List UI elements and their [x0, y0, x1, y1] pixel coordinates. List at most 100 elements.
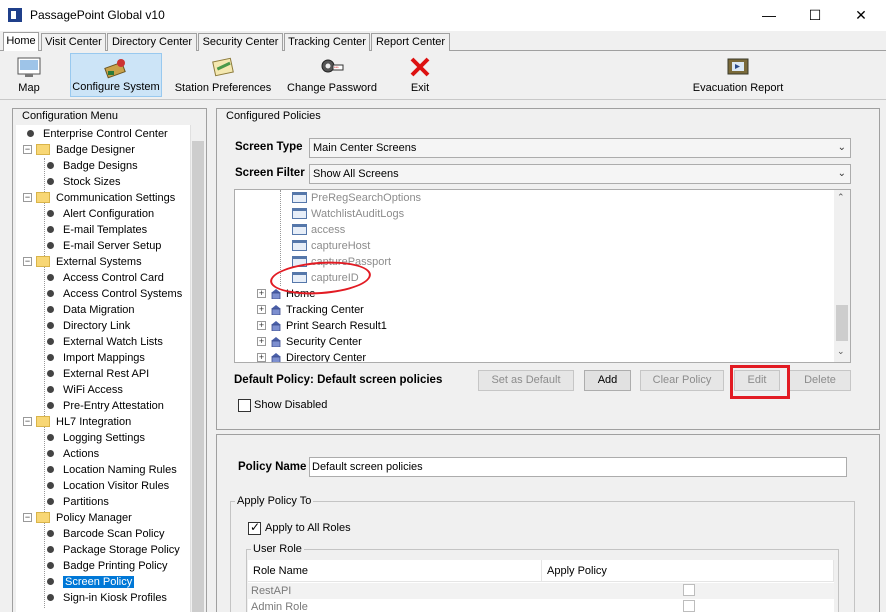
exit-button[interactable]: Exit — [396, 53, 444, 97]
bullet-icon — [47, 177, 54, 185]
collapse-icon[interactable]: − — [23, 512, 32, 522]
screen-node[interactable]: WatchlistAuditLogs — [292, 206, 404, 222]
config-menu-item[interactable]: Sign-in Kiosk Profiles — [47, 590, 167, 606]
config-folder-item[interactable]: − Policy Manager — [23, 510, 132, 526]
tab-security-center[interactable]: Security Center — [198, 33, 283, 51]
delete-button[interactable]: Delete — [789, 370, 851, 391]
config-menu-item[interactable]: Actions — [47, 446, 99, 462]
expand-icon[interactable]: + — [257, 336, 266, 346]
config-menu-item[interactable]: Badge Printing Policy — [47, 558, 168, 574]
expand-icon[interactable]: + — [257, 352, 266, 362]
config-menu-item[interactable]: Access Control Card — [47, 270, 164, 286]
center-node[interactable]: + Directory Center — [257, 350, 366, 362]
center-node[interactable]: + Print Search Result1 — [257, 318, 387, 334]
apply-all-roles-checkbox[interactable] — [248, 520, 261, 535]
config-menu-item[interactable]: Location Naming Rules — [47, 462, 177, 478]
config-folder-item[interactable]: − External Systems — [23, 254, 142, 270]
config-menu-item[interactable]: Badge Designs — [47, 158, 138, 174]
screen-window-icon — [292, 223, 307, 235]
config-menu-item[interactable]: Partitions — [47, 494, 109, 510]
table-row[interactable]: RestAPI — [248, 583, 834, 599]
config-menu-item[interactable]: Access Control Systems — [47, 286, 182, 302]
config-menu-item[interactable]: Location Visitor Rules — [47, 478, 169, 494]
add-button[interactable]: Add — [584, 370, 631, 391]
screen-policy-tree-scrollbar[interactable]: ⌃ ⌄ — [834, 190, 850, 362]
building-icon — [271, 352, 281, 362]
node-label: WatchlistAuditLogs — [311, 208, 405, 220]
config-menu-item[interactable]: WiFi Access — [47, 382, 123, 398]
bullet-icon — [47, 337, 54, 345]
config-menu-item[interactable]: External Rest API — [47, 366, 149, 382]
evacuation-report-button[interactable]: Evacuation Report — [688, 53, 788, 97]
expand-icon[interactable]: + — [257, 304, 266, 314]
configure-system-label: Configure System — [72, 81, 160, 93]
bullet-icon — [47, 481, 54, 489]
screen-type-select[interactable]: Main Center Screens ⌄ — [309, 138, 851, 158]
center-node[interactable]: + Tracking Center — [257, 302, 364, 318]
column-header-role-name[interactable]: Role Name — [248, 560, 542, 582]
center-node[interactable]: + Security Center — [257, 334, 362, 350]
policy-name-input[interactable]: Default screen policies — [309, 457, 847, 477]
screen-filter-select[interactable]: Show All Screens ⌄ — [309, 164, 851, 184]
bullet-icon — [47, 577, 54, 585]
expand-icon[interactable]: + — [257, 320, 266, 330]
role-name-cell: Admin Role — [251, 601, 308, 612]
collapse-icon[interactable]: − — [23, 192, 32, 202]
config-menu-item[interactable]: Data Migration — [47, 302, 135, 318]
tab-visit-center[interactable]: Visit Center — [41, 33, 106, 51]
configure-system-button[interactable]: Configure System — [70, 53, 162, 97]
change-password-button[interactable]: *** Change Password — [284, 53, 380, 97]
config-menu-item[interactable]: Logging Settings — [47, 430, 145, 446]
config-menu-item[interactable]: E-mail Server Setup — [47, 238, 161, 254]
configuration-menu-scroll-thumb[interactable] — [192, 141, 204, 612]
folder-icon — [36, 191, 50, 203]
map-button[interactable]: Map — [3, 53, 55, 97]
tab-report-center[interactable]: Report Center — [371, 33, 450, 51]
config-menu-item[interactable]: Import Mappings — [47, 350, 145, 366]
config-menu-item[interactable]: Directory Link — [47, 318, 130, 334]
config-menu-item[interactable]: Stock Sizes — [47, 174, 120, 190]
close-button[interactable]: ✕ — [838, 0, 884, 31]
folder-icon — [36, 415, 50, 427]
minimize-button[interactable]: — — [746, 0, 792, 31]
station-preferences-button[interactable]: Station Preferences — [172, 53, 274, 97]
collapse-icon[interactable]: − — [23, 416, 32, 426]
maximize-button[interactable]: ☐ — [792, 0, 838, 31]
config-folder-item[interactable]: − Badge Designer — [23, 142, 135, 158]
tab-tracking-center[interactable]: Tracking Center — [284, 33, 370, 51]
config-menu-item[interactable]: External Watch Lists — [47, 334, 163, 350]
apply-policy-checkbox[interactable] — [683, 584, 695, 596]
expand-icon[interactable]: + — [257, 288, 266, 298]
screen-node[interactable]: PreRegSearchOptions — [292, 190, 421, 206]
config-menu-item[interactable]: Alert Configuration — [47, 206, 154, 222]
table-row[interactable]: Admin Role — [248, 599, 834, 612]
column-header-apply-policy[interactable]: Apply Policy — [542, 560, 834, 582]
config-menu-item[interactable]: Screen Policy — [47, 574, 135, 590]
scroll-down-icon[interactable]: ⌄ — [837, 346, 845, 357]
config-menu-item[interactable]: Package Storage Policy — [47, 542, 180, 558]
configuration-menu-tree[interactable]: Enterprise Control Center − Badge Designer… — [16, 125, 190, 612]
scroll-up-icon[interactable]: ⌃ — [837, 192, 845, 203]
collapse-icon[interactable]: − — [23, 144, 32, 154]
clear-policy-button[interactable]: Clear Policy — [640, 370, 724, 391]
tab-home[interactable]: Home — [3, 32, 39, 52]
default-policy-text: Default Policy: Default screen policies — [234, 374, 443, 386]
collapse-icon[interactable]: − — [23, 256, 32, 266]
bullet-icon — [47, 353, 54, 361]
apply-policy-checkbox[interactable] — [683, 600, 695, 612]
show-disabled-checkbox[interactable] — [238, 399, 251, 412]
scroll-thumb[interactable] — [836, 305, 848, 341]
set-as-default-button[interactable]: Set as Default — [478, 370, 574, 391]
screen-node[interactable]: captureHost — [292, 238, 370, 254]
config-folder-item[interactable]: − Communication Settings — [23, 190, 175, 206]
config-folder-item[interactable]: − HL7 Integration — [23, 414, 131, 430]
config-menu-item[interactable]: Barcode Scan Policy — [47, 526, 165, 542]
config-menu-item[interactable]: Enterprise Control Center — [27, 126, 168, 142]
config-menu-item[interactable]: Pre-Entry Attestation — [47, 398, 164, 414]
screen-filter-label: Screen Filter — [235, 167, 305, 179]
building-icon — [271, 320, 281, 331]
screen-node[interactable]: access — [292, 222, 345, 238]
node-label: Tracking Center — [286, 304, 364, 316]
tab-directory-center[interactable]: Directory Center — [107, 33, 197, 51]
config-menu-item[interactable]: E-mail Templates — [47, 222, 147, 238]
